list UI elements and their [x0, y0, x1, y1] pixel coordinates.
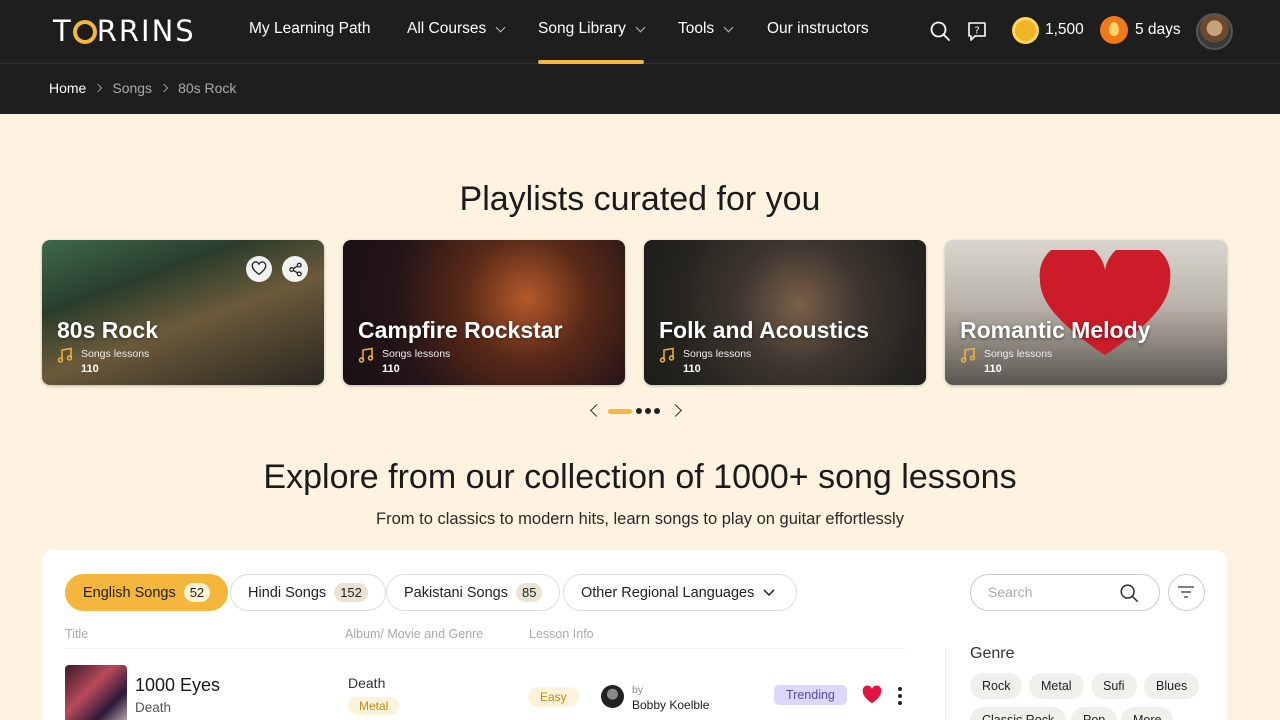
carousel-dot[interactable] [636, 408, 642, 414]
top-navigation-bar: T RRINS My Learning Path All Courses Song… [0, 0, 1280, 64]
chevron-down-icon [723, 22, 734, 32]
genre-filter-heading: Genre [970, 645, 1015, 662]
chevron-down-icon [763, 588, 775, 596]
nav-all-courses[interactable]: All Courses [407, 20, 506, 38]
count-badge: 152 [334, 583, 368, 602]
chevron-down-icon [495, 22, 506, 32]
coin-icon [1012, 17, 1039, 44]
tab-english-songs[interactable]: English Songs 52 [65, 574, 229, 611]
divider [945, 648, 946, 720]
count-badge: 85 [515, 583, 543, 602]
carousel-dot-active[interactable] [608, 409, 632, 414]
svg-text:?: ? [974, 26, 979, 37]
torrins-logo[interactable]: T RRINS [53, 14, 196, 48]
playlists-heading: Playlists curated for you [459, 180, 821, 218]
search-icon[interactable] [928, 19, 952, 43]
breadcrumb-songs[interactable]: Songs [112, 80, 152, 96]
chevron-right-icon [94, 83, 103, 93]
nav-tools[interactable]: Tools [678, 20, 734, 38]
tab-hindi-songs[interactable]: Hindi Songs 152 [230, 574, 386, 611]
column-album-genre: Album/ Movie and Genre [345, 627, 484, 641]
playlist-name: Campfire Rockstar [358, 317, 563, 343]
playlist-card-romantic-melody[interactable]: Romantic Melody Songs lessons 110 [945, 240, 1227, 385]
music-note-icon [358, 347, 374, 363]
playlist-name: 80s Rock [57, 317, 159, 343]
genre-chip-rock[interactable]: Rock [970, 673, 1023, 699]
playlist-count: 110 [683, 363, 701, 375]
coin-balance: 1,500 [1045, 21, 1084, 38]
by-label: by [632, 684, 644, 696]
genre-chip-classic-rock[interactable]: Classic Rock [970, 707, 1067, 720]
genre-chip-sufi[interactable]: Sufi [1091, 673, 1137, 699]
music-note-icon [659, 347, 675, 363]
playlist-count: 110 [81, 363, 99, 375]
playlist-card-80s-rock[interactable]: 80s Rock Songs lessons 110 [42, 240, 324, 385]
music-note-icon [960, 347, 976, 363]
genre-chip-pop[interactable]: Pop [1071, 707, 1118, 720]
share-icon[interactable] [282, 256, 308, 282]
explore-heading: Explore from our collection of 1000+ son… [263, 458, 1017, 496]
instructor-avatar [601, 685, 624, 708]
genre-chip-metal[interactable]: Metal [1029, 673, 1084, 699]
breadcrumb: Home Songs 80s Rock [49, 80, 236, 96]
song-search-box[interactable] [970, 574, 1160, 611]
song-album: Death [348, 675, 386, 691]
genre-tag: Metal [348, 697, 400, 715]
heart-outline-icon[interactable] [246, 256, 272, 282]
site-header: T RRINS My Learning Path All Courses Song… [0, 0, 1280, 114]
chevron-right-icon [159, 83, 169, 93]
playlist-name: Romantic Melody [960, 317, 1151, 343]
active-nav-indicator [538, 60, 644, 64]
tab-pakistani-songs[interactable]: Pakistani Songs 85 [386, 574, 561, 611]
playlist-card-folk-and-acoustics[interactable]: Folk and Acoustics Songs lessons 110 [644, 240, 926, 385]
help-chat-icon[interactable]: ? [965, 19, 989, 43]
playlist-subtitle: Songs lessons [984, 348, 1053, 360]
playlist-count: 110 [382, 363, 400, 375]
carousel-dot[interactable] [654, 408, 660, 414]
song-thumbnail[interactable] [65, 665, 127, 720]
dropdown-other-regional-languages[interactable]: Other Regional Languages [563, 574, 798, 611]
carousel-dot[interactable] [645, 408, 651, 414]
playlist-subtitle: Songs lessons [382, 348, 451, 360]
nav-song-library[interactable]: Song Library [538, 20, 646, 38]
playlist-subtitle: Songs lessons [81, 348, 150, 360]
breadcrumb-home[interactable]: Home [49, 80, 86, 96]
column-title: Title [65, 627, 89, 641]
instructor-name: Bobby Koelble [632, 698, 710, 712]
user-avatar[interactable] [1196, 13, 1233, 50]
search-icon[interactable] [1118, 582, 1140, 604]
difficulty-badge: Easy [528, 687, 579, 707]
playlist-name: Folk and Acoustics [659, 317, 870, 343]
filter-button[interactable] [1168, 574, 1205, 611]
nav-our-instructors[interactable]: Our instructors [767, 20, 869, 38]
genre-chip-blues[interactable]: Blues [1144, 673, 1200, 699]
search-input[interactable] [988, 584, 1108, 600]
logo-o-mark [72, 20, 97, 44]
carousel-prev-icon[interactable] [590, 404, 603, 417]
heart-filled-icon[interactable] [861, 684, 883, 706]
explore-subheading: From to classics to modern hits, learn s… [376, 510, 904, 528]
trending-badge: Trending [774, 685, 847, 705]
more-options-icon[interactable] [896, 685, 904, 707]
genre-chip-more[interactable]: More [1121, 707, 1174, 720]
divider [65, 648, 905, 649]
playlist-count: 110 [984, 363, 1002, 375]
music-note-icon [57, 347, 73, 363]
nav-my-learning-path[interactable]: My Learning Path [249, 20, 371, 38]
chevron-down-icon [635, 22, 646, 32]
filter-lines-icon [1178, 586, 1194, 598]
breadcrumb-current: 80s Rock [178, 80, 237, 96]
playlist-subtitle: Songs lessons [683, 348, 752, 360]
carousel-next-icon[interactable] [669, 404, 682, 417]
column-lesson-info: Lesson Info [529, 627, 594, 641]
count-badge: 52 [183, 583, 211, 602]
streak-days: 5 days [1135, 21, 1181, 38]
song-artist: Death [135, 700, 172, 715]
streak-flame-icon [1100, 16, 1128, 44]
song-title[interactable]: 1000 Eyes [135, 675, 220, 696]
playlist-card-campfire-rockstar[interactable]: Campfire Rockstar Songs lessons 110 [343, 240, 625, 385]
